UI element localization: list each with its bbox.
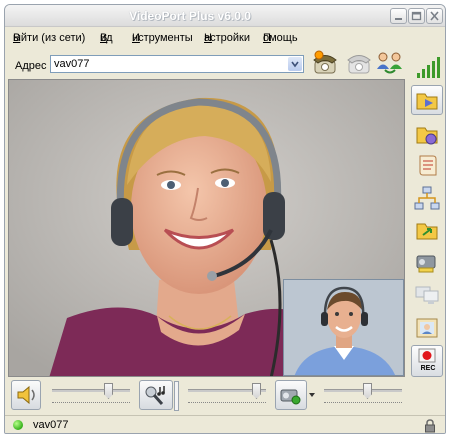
media-controls: [8, 379, 445, 413]
maximize-button[interactable]: [408, 8, 425, 24]
contacts-button[interactable]: [375, 48, 405, 76]
window-title: VideoPort Plus v6.0.0: [129, 9, 251, 23]
camera-button[interactable]: [411, 247, 443, 277]
record-label: REC: [420, 365, 436, 372]
mic-volume-ticks: [188, 399, 266, 403]
camera-projector-icon: [416, 255, 436, 273]
hangup-button[interactable]: [343, 49, 373, 77]
minimize-icon: [395, 18, 402, 20]
phone-hangup-icon: [347, 55, 371, 74]
speaker-volume-ticks: [52, 399, 130, 403]
snapshot-button[interactable]: [411, 313, 443, 343]
lock-icon: [425, 419, 435, 433]
local-video-preview[interactable]: [283, 279, 404, 376]
record-button[interactable]: REC: [411, 345, 443, 377]
phone-dial-icon: [313, 50, 337, 74]
video-window-button[interactable]: [411, 85, 443, 115]
address-combobox[interactable]: vav077: [50, 55, 304, 73]
remote-video-view[interactable]: [8, 79, 405, 377]
local-participant-image: [284, 280, 403, 375]
signal-strength-icon: [417, 57, 440, 78]
signal-strength-indicator: [411, 53, 443, 83]
call-button[interactable]: [310, 49, 340, 77]
maximize-icon: [411, 11, 422, 21]
speaker-icon: [17, 385, 35, 405]
video-settings-button[interactable]: [411, 119, 443, 149]
scroll-document-icon: [419, 155, 437, 176]
camera-thumb[interactable]: [363, 383, 372, 399]
camera-ticks: [324, 399, 402, 403]
microphone-button[interactable]: [139, 380, 173, 410]
speaker-volume-slider[interactable]: [52, 383, 130, 407]
app-window: VideoPort Plus v6.0.0 Выйти (из сети) Ви…: [4, 4, 446, 434]
screen-share-button[interactable]: [411, 279, 443, 309]
camera-options-dropdown[interactable]: [308, 389, 316, 401]
mic-level-indicator: [174, 381, 179, 411]
video-settings-icon: [416, 127, 438, 145]
camera-control-button[interactable]: [275, 380, 307, 410]
camera-icon: [280, 389, 301, 405]
address-label: Адрес :: [15, 60, 53, 72]
title-bar[interactable]: VideoPort Plus v6.0.0: [5, 5, 445, 27]
speaker-volume-track: [52, 389, 130, 392]
status-username: vav077: [33, 419, 69, 431]
monitors-icon: [415, 286, 439, 304]
speaker-button[interactable]: [11, 380, 41, 410]
close-icon: [430, 11, 439, 21]
history-log-button[interactable]: [411, 151, 443, 181]
speaker-volume-thumb[interactable]: [104, 383, 113, 399]
record-icon: [418, 348, 436, 363]
address-dropdown-button[interactable]: [288, 57, 302, 71]
online-status-icon: [13, 420, 23, 430]
chevron-down-icon: [291, 61, 299, 68]
mic-volume-slider[interactable]: [188, 383, 266, 407]
folder-transfer-icon: [416, 223, 438, 240]
photo-frame-icon: [416, 318, 438, 338]
network-button[interactable]: [411, 183, 443, 213]
video-folder-icon: [416, 93, 438, 110]
microphone-music-icon: [145, 386, 165, 405]
file-transfer-button[interactable]: [411, 215, 443, 245]
close-button[interactable]: [426, 8, 443, 24]
side-toolbar: REC: [409, 49, 445, 381]
triangle-down-icon: [309, 393, 315, 397]
contacts-group-icon: [377, 52, 402, 74]
minimize-button[interactable]: [390, 8, 407, 24]
status-bar: vav077: [5, 415, 445, 433]
network-diagram-icon: [414, 186, 440, 210]
camera-slider[interactable]: [324, 383, 402, 407]
address-value: vav077: [54, 58, 90, 70]
mic-volume-thumb[interactable]: [252, 383, 261, 399]
